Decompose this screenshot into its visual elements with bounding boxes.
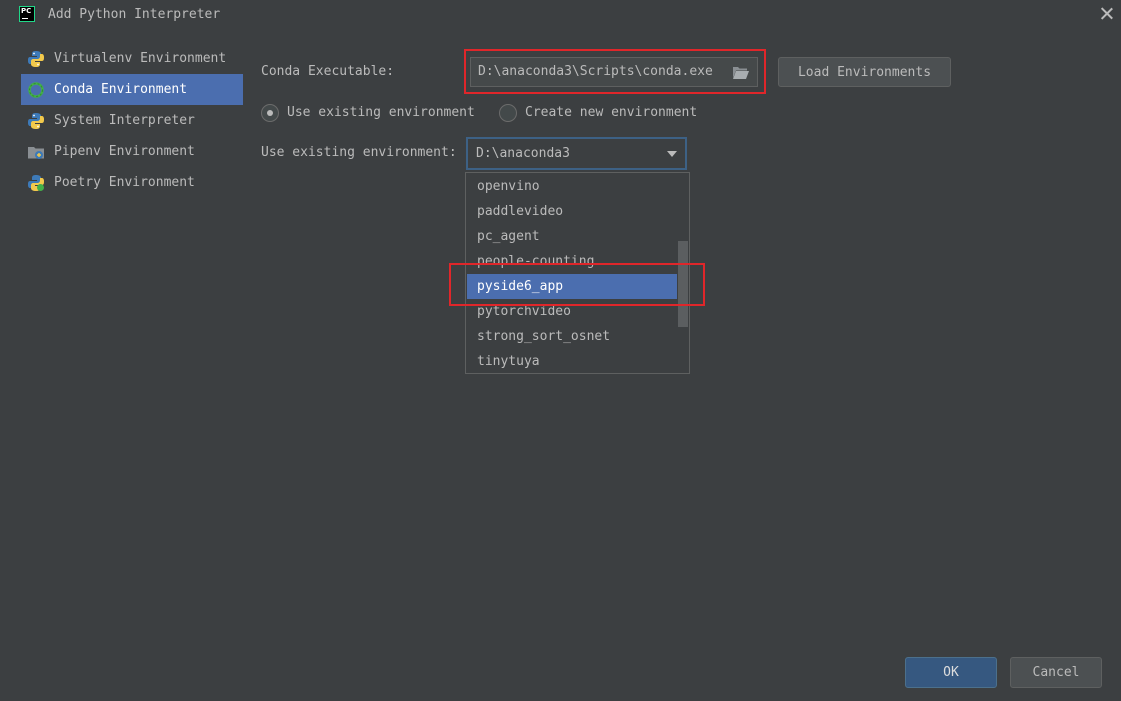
- conda-executable-label: Conda Executable:: [261, 64, 395, 79]
- create-new-radio[interactable]: [499, 104, 517, 122]
- conda-icon: [26, 80, 46, 100]
- cancel-button[interactable]: Cancel: [1010, 657, 1102, 688]
- ok-button[interactable]: OK: [905, 657, 997, 688]
- existing-env-label: Use existing environment:: [261, 145, 457, 160]
- interpreter-type-list: Virtualenv Environment Conda Environment…: [21, 43, 243, 198]
- use-existing-radio[interactable]: [261, 104, 279, 122]
- sidebar-item-pipenv[interactable]: Pipenv Environment: [21, 136, 243, 167]
- sidebar-item-label: System Interpreter: [54, 113, 195, 128]
- existing-env-value: D:\anaconda3: [476, 146, 570, 161]
- sidebar-item-virtualenv[interactable]: Virtualenv Environment: [21, 43, 243, 74]
- pipenv-icon: [26, 142, 46, 162]
- title-bar: PC Add Python Interpreter: [0, 0, 1121, 30]
- sidebar-item-system[interactable]: System Interpreter: [21, 105, 243, 136]
- window-title: Add Python Interpreter: [48, 7, 221, 22]
- load-environments-button[interactable]: Load Environments: [778, 57, 951, 87]
- sidebar-item-conda[interactable]: Conda Environment: [21, 74, 243, 105]
- highlight-box-env: [449, 263, 705, 306]
- python-icon: [26, 49, 46, 69]
- create-new-radio-label: Create new environment: [525, 105, 698, 120]
- highlight-box-executable: [464, 49, 766, 94]
- list-item[interactable]: openvino: [467, 174, 677, 199]
- list-item[interactable]: paddlevideo: [467, 199, 677, 224]
- poetry-icon: [26, 173, 46, 193]
- sidebar-item-label: Pipenv Environment: [54, 144, 195, 159]
- use-existing-radio-label: Use existing environment: [287, 105, 475, 120]
- sidebar-item-label: Conda Environment: [54, 82, 188, 97]
- close-icon[interactable]: [1098, 5, 1116, 23]
- existing-env-combobox[interactable]: D:\anaconda3: [466, 137, 687, 170]
- python-icon: [26, 111, 46, 131]
- chevron-down-icon[interactable]: [667, 151, 677, 157]
- pycharm-logo-icon: PC: [19, 6, 35, 22]
- list-item[interactable]: tinytuya: [467, 349, 677, 373]
- sidebar-item-poetry[interactable]: Poetry Environment: [21, 167, 243, 198]
- sidebar-item-label: Poetry Environment: [54, 175, 195, 190]
- list-item[interactable]: strong_sort_osnet: [467, 324, 677, 349]
- sidebar-item-label: Virtualenv Environment: [54, 51, 227, 66]
- list-item[interactable]: pc_agent: [467, 224, 677, 249]
